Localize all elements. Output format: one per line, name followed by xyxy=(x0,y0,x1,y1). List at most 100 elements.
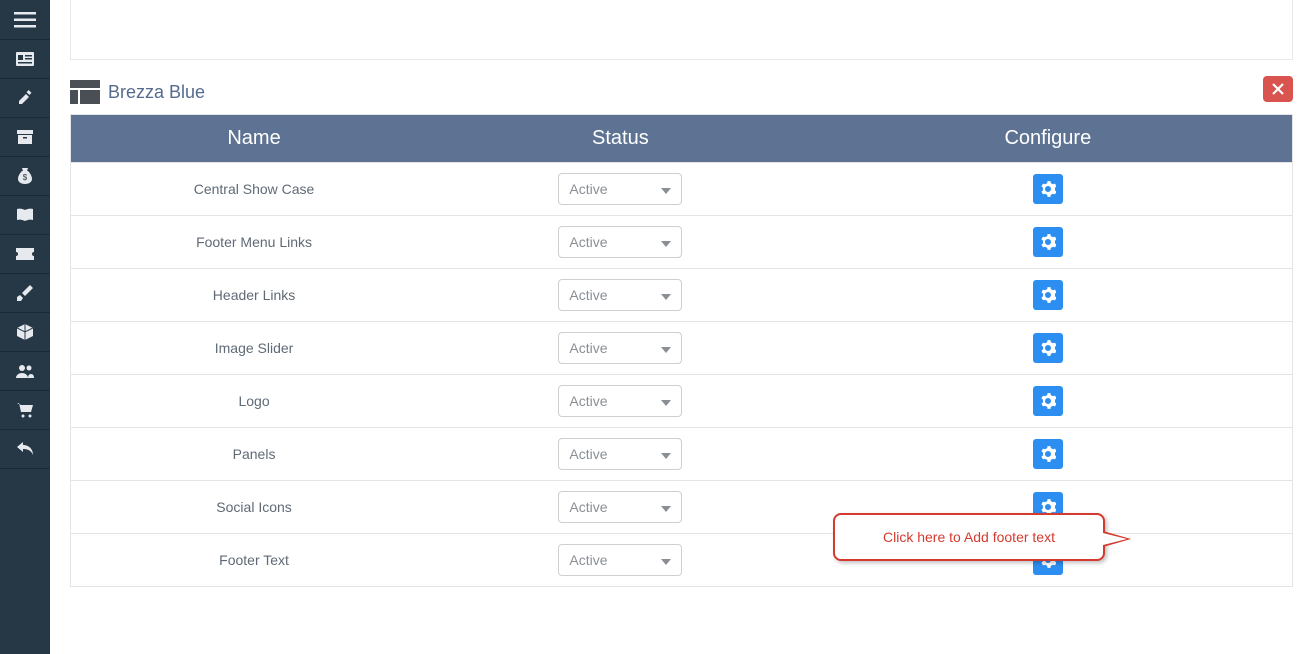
chevron-down-icon xyxy=(661,294,671,300)
status-value: Active xyxy=(569,393,607,409)
row-name: Footer Text xyxy=(71,534,438,587)
id-card-icon xyxy=(16,52,34,66)
configure-button[interactable] xyxy=(1033,545,1063,575)
row-status-cell: Active xyxy=(437,534,804,587)
row-configure-cell xyxy=(804,481,1293,534)
status-select[interactable]: Active xyxy=(558,385,682,417)
configure-button[interactable] xyxy=(1033,333,1063,363)
sidebar-item-undo[interactable] xyxy=(0,430,50,469)
row-name: Footer Menu Links xyxy=(71,216,438,269)
ticket-icon xyxy=(16,248,34,260)
configure-button[interactable] xyxy=(1033,280,1063,310)
gear-icon xyxy=(1040,393,1056,409)
status-value: Active xyxy=(569,287,607,303)
col-status: Status xyxy=(437,115,804,163)
gear-icon xyxy=(1040,340,1056,356)
row-configure-cell xyxy=(804,534,1293,587)
table-row: Image SliderActive xyxy=(71,322,1293,375)
sidebar-item-users[interactable] xyxy=(0,352,50,391)
status-value: Active xyxy=(569,446,607,462)
row-status-cell: Active xyxy=(437,163,804,216)
money-bag-icon: $ xyxy=(18,168,32,184)
row-name: Logo xyxy=(71,375,438,428)
theme-panel: Brezza Blue Name Status Configure Centra… xyxy=(70,76,1293,587)
configure-button[interactable] xyxy=(1033,439,1063,469)
row-status-cell: Active xyxy=(437,428,804,481)
status-select[interactable]: Active xyxy=(558,438,682,470)
status-value: Active xyxy=(569,499,607,515)
status-select[interactable]: Active xyxy=(558,544,682,576)
users-icon xyxy=(16,364,34,378)
table-row: Footer Text Active xyxy=(71,534,1293,587)
row-name: Header Links xyxy=(71,269,438,322)
row-status-cell: Active xyxy=(437,322,804,375)
gear-icon xyxy=(1040,499,1056,515)
status-value: Active xyxy=(569,340,607,356)
config-table: Name Status Configure Central Show CaseA… xyxy=(70,114,1293,587)
table-row: Footer Menu Links Active xyxy=(71,216,1293,269)
col-name: Name xyxy=(71,115,438,163)
sidebar-item-book[interactable] xyxy=(0,196,50,235)
svg-text:$: $ xyxy=(23,173,28,182)
row-configure-cell xyxy=(804,375,1293,428)
top-panel-placeholder xyxy=(70,0,1293,60)
table-row: Social Icons Active xyxy=(71,481,1293,534)
undo-icon xyxy=(17,442,33,456)
sidebar-item-card[interactable] xyxy=(0,40,50,79)
status-select[interactable]: Active xyxy=(558,173,682,205)
configure-button[interactable] xyxy=(1033,492,1063,522)
gear-icon xyxy=(1040,181,1056,197)
sidebar-item-edit[interactable] xyxy=(0,79,50,118)
book-icon xyxy=(16,208,34,222)
row-configure-cell xyxy=(804,269,1293,322)
chevron-down-icon xyxy=(661,188,671,194)
status-select[interactable]: Active xyxy=(558,279,682,311)
col-configure: Configure xyxy=(804,115,1293,163)
gear-icon xyxy=(1040,446,1056,462)
table-row: PanelsActive xyxy=(71,428,1293,481)
status-select[interactable]: Active xyxy=(558,332,682,364)
status-value: Active xyxy=(569,181,607,197)
row-configure-cell xyxy=(804,163,1293,216)
sidebar-item-paint[interactable] xyxy=(0,274,50,313)
chevron-down-icon xyxy=(661,559,671,565)
cart-icon xyxy=(16,402,34,418)
status-select[interactable]: Active xyxy=(558,226,682,258)
table-row: Logo Active xyxy=(71,375,1293,428)
sidebar-item-archive[interactable] xyxy=(0,118,50,157)
sidebar-item-ticket[interactable] xyxy=(0,235,50,274)
row-status-cell: Active xyxy=(437,269,804,322)
configure-button[interactable] xyxy=(1033,386,1063,416)
sidebar: $ xyxy=(0,0,50,654)
table-row: Header Links Active xyxy=(71,269,1293,322)
menu-toggle[interactable] xyxy=(0,0,50,40)
close-button[interactable] xyxy=(1263,76,1293,102)
gear-icon xyxy=(1040,234,1056,250)
status-value: Active xyxy=(569,552,607,568)
row-configure-cell xyxy=(804,428,1293,481)
row-status-cell: Active xyxy=(437,216,804,269)
gear-icon xyxy=(1040,287,1056,303)
row-name: Social Icons xyxy=(71,481,438,534)
sidebar-item-box[interactable] xyxy=(0,313,50,352)
chevron-down-icon xyxy=(661,347,671,353)
configure-button[interactable] xyxy=(1033,227,1063,257)
layout-icon xyxy=(70,80,100,104)
sidebar-item-cart[interactable] xyxy=(0,391,50,430)
row-configure-cell xyxy=(804,322,1293,375)
close-icon xyxy=(1272,83,1284,95)
panel-title: Brezza Blue xyxy=(108,82,205,103)
main-area: Brezza Blue Name Status Configure Centra… xyxy=(50,0,1313,654)
archive-icon xyxy=(17,130,33,144)
menu-icon xyxy=(14,12,36,28)
table-row: Central Show CaseActive xyxy=(71,163,1293,216)
sidebar-item-money[interactable]: $ xyxy=(0,157,50,196)
chevron-down-icon xyxy=(661,400,671,406)
status-select[interactable]: Active xyxy=(558,491,682,523)
edit-icon xyxy=(17,90,33,106)
configure-button[interactable] xyxy=(1033,174,1063,204)
row-configure-cell xyxy=(804,216,1293,269)
box-icon xyxy=(17,324,33,340)
status-value: Active xyxy=(569,234,607,250)
row-status-cell: Active xyxy=(437,375,804,428)
